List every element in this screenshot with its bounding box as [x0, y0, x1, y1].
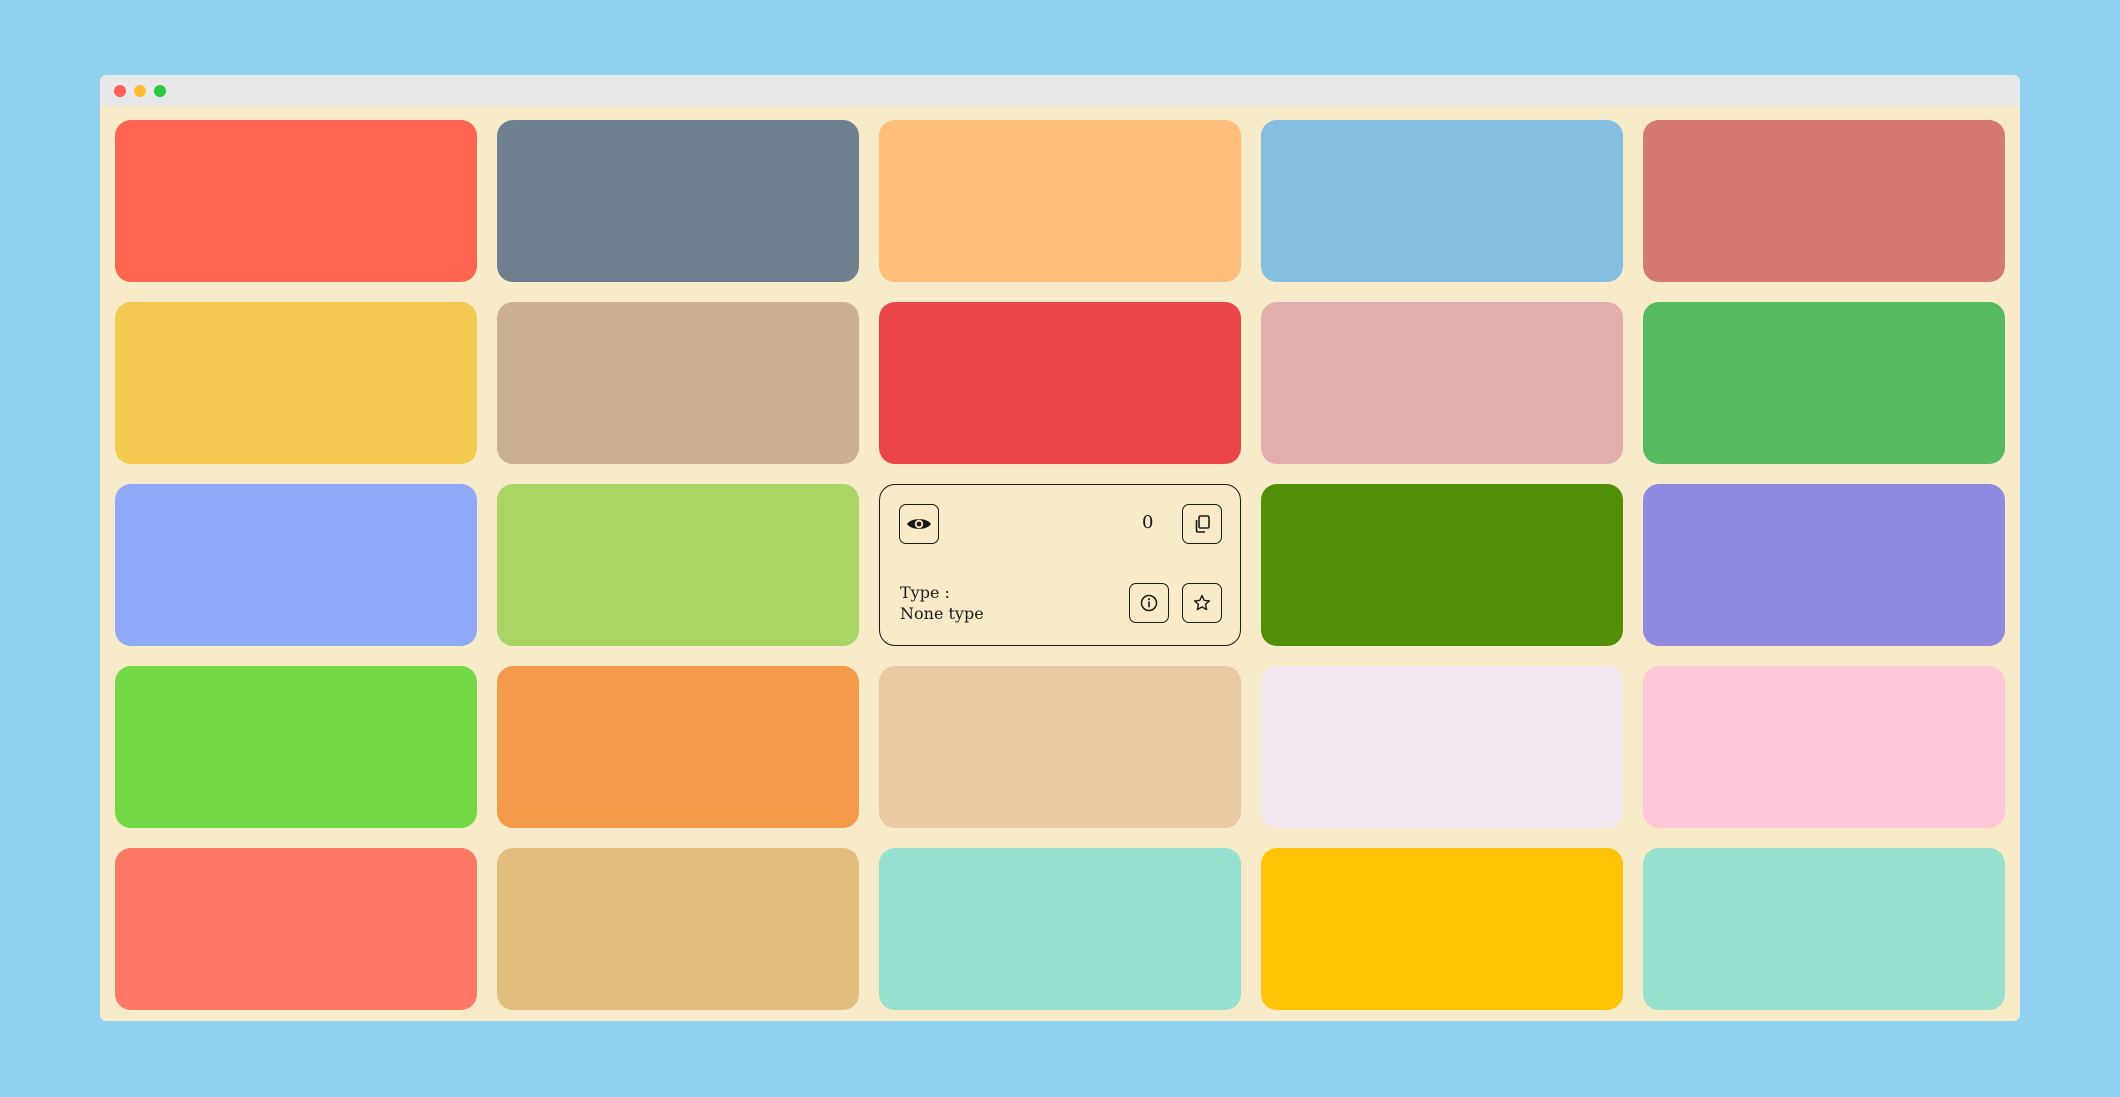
- color-swatch[interactable]: [879, 848, 1241, 1010]
- copy-button[interactable]: [1182, 504, 1222, 544]
- color-swatch-active[interactable]: 0 Type : None type: [879, 484, 1241, 646]
- color-swatch[interactable]: [879, 666, 1241, 828]
- view-button[interactable]: [899, 504, 939, 544]
- browser-window: 0 Type : None type: [100, 75, 2020, 1021]
- color-swatch[interactable]: [497, 120, 859, 282]
- color-swatch[interactable]: [115, 848, 477, 1010]
- color-swatch-grid: 0 Type : None type: [115, 120, 2005, 1010]
- color-swatch[interactable]: [115, 302, 477, 464]
- minimize-window-button[interactable]: [134, 85, 146, 97]
- color-swatch[interactable]: [115, 120, 477, 282]
- maximize-window-button[interactable]: [154, 85, 166, 97]
- color-swatch[interactable]: [1261, 848, 1623, 1010]
- favorite-button[interactable]: [1182, 583, 1222, 623]
- eye-icon: [906, 516, 932, 532]
- color-swatch[interactable]: [1261, 302, 1623, 464]
- close-window-button[interactable]: [114, 85, 126, 97]
- color-swatch[interactable]: [879, 120, 1241, 282]
- color-swatch[interactable]: [497, 302, 859, 464]
- color-swatch[interactable]: [1643, 484, 2005, 646]
- title-bar: [100, 75, 2020, 106]
- color-swatch[interactable]: [1643, 666, 2005, 828]
- color-swatch[interactable]: [1261, 666, 1623, 828]
- color-swatch[interactable]: [1261, 484, 1623, 646]
- type-label: Type :: [900, 583, 950, 602]
- color-swatch[interactable]: [497, 666, 859, 828]
- color-swatch[interactable]: [1643, 848, 2005, 1010]
- copy-icon: [1194, 515, 1210, 533]
- color-swatch[interactable]: [1643, 120, 2005, 282]
- star-icon: [1193, 594, 1211, 612]
- color-swatch[interactable]: [497, 484, 859, 646]
- color-swatch[interactable]: [879, 302, 1241, 464]
- color-swatch[interactable]: [1643, 302, 2005, 464]
- color-swatch[interactable]: [1261, 120, 1623, 282]
- info-icon: [1140, 594, 1158, 612]
- view-count: 0: [1142, 512, 1154, 533]
- color-swatch[interactable]: [497, 848, 859, 1010]
- color-swatch[interactable]: [115, 484, 477, 646]
- info-button[interactable]: [1129, 583, 1169, 623]
- type-value: None type: [900, 604, 984, 623]
- color-swatch[interactable]: [115, 666, 477, 828]
